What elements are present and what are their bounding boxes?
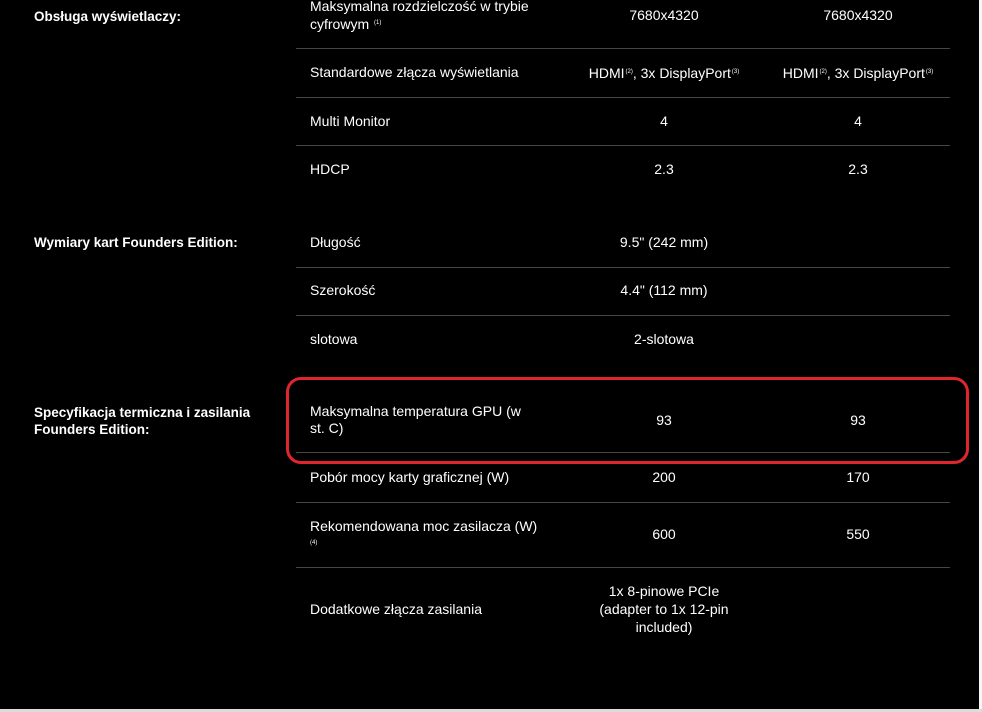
row-divider [296,315,950,316]
footnote-marker: (4) [310,540,318,546]
aux-power-value-line3: included) [635,619,693,635]
multi-monitor-value-1: 4 [660,113,668,129]
row-label-max-resolution-line2: cyfrowym (1) [310,15,529,33]
hdcp-value-2: 2.3 [848,161,868,177]
connectors-value-2: HDMI(2), 3x DisplayPort(3) [762,63,954,82]
row-label-aux-power: Dodatkowe złącza zasilania [310,601,482,617]
psu-value-2: 550 [846,526,870,542]
power-draw-value-1: 200 [652,469,676,485]
row-divider [296,48,950,49]
connectors-value-2-dp: , 3x DisplayPort [826,65,925,81]
power-draw-value-2: 170 [846,469,870,485]
row-divider [296,502,950,503]
row-label-max-resolution: Maksymalna rozdzielczość w trybie cyfrow… [310,0,529,33]
row-divider [296,567,950,568]
row-label-slot: slotowa [310,331,358,347]
psu-value-1: 600 [652,526,676,542]
slot-value: 2-slotowa [634,331,694,347]
footnote-marker: (2) [625,69,633,75]
footnote-marker: (1) [374,20,382,26]
spec-table-panel: Obsługa wyświetlaczy: Wymiary kart Found… [0,0,979,710]
row-label-connectors: Standardowe złącza wyświetlania [310,64,519,80]
connectors-value-1: HDMI(2), 3x DisplayPort(3) [568,63,760,82]
connectors-value-2-hdmi: HDMI [782,65,819,81]
section-title-thermal: Specyfikacja termiczna i zasilania Found… [34,404,250,438]
connectors-value-1-dp: , 3x DisplayPort [632,65,731,81]
width-value: 4.4" (112 mm) [620,282,708,298]
aux-power-value-line1: 1x 8-pinowe PCIe [608,583,720,599]
row-label-psu: Rekomendowana moc zasilacza (W) (4) [310,518,537,552]
row-divider [296,145,950,146]
row-label-width: Szerokość [310,282,376,298]
row-label-power-draw: Pobór mocy karty graficznej (W) [310,469,510,485]
multi-monitor-value-2: 4 [854,113,862,129]
row-divider [296,267,950,268]
row-label-multi-monitor: Multi Monitor [310,113,391,129]
footnote-marker: (2) [819,69,827,75]
section-title-thermal-line2: Founders Edition: [34,422,150,437]
row-label-length: Długość [310,234,361,250]
aux-power-value: 1x 8-pinowe PCIe (adapter to 1x 12-pin i… [568,582,760,636]
section-title-display: Obsługa wyświetlaczy: [34,9,182,24]
max-resolution-value-1: 7680x4320 [629,7,699,23]
row-label-hdcp: HDCP [310,161,350,177]
length-value: 9.5" (242 mm) [619,234,709,250]
footnote-marker: (3) [731,69,740,75]
hdcp-value-1: 2.3 [654,161,674,177]
highlight-annotation [286,377,969,464]
section-title-thermal-line1: Specyfikacja termiczna i zasilania [34,405,251,420]
row-label-max-resolution-text: cyfrowym [310,16,370,32]
row-divider [296,97,950,98]
footnote-marker: (3) [925,69,934,75]
row-label-max-resolution-line1: Maksymalna rozdzielczość w trybie [310,0,529,14]
connectors-value-1-hdmi: HDMI [588,65,625,81]
max-resolution-value-2: 7680x4320 [823,7,893,23]
section-title-dimensions: Wymiary kart Founders Edition: [34,235,238,250]
aux-power-value-line2: (adapter to 1x 12-pin [599,601,729,617]
row-label-psu-text: Rekomendowana moc zasilacza (W) [310,518,538,534]
